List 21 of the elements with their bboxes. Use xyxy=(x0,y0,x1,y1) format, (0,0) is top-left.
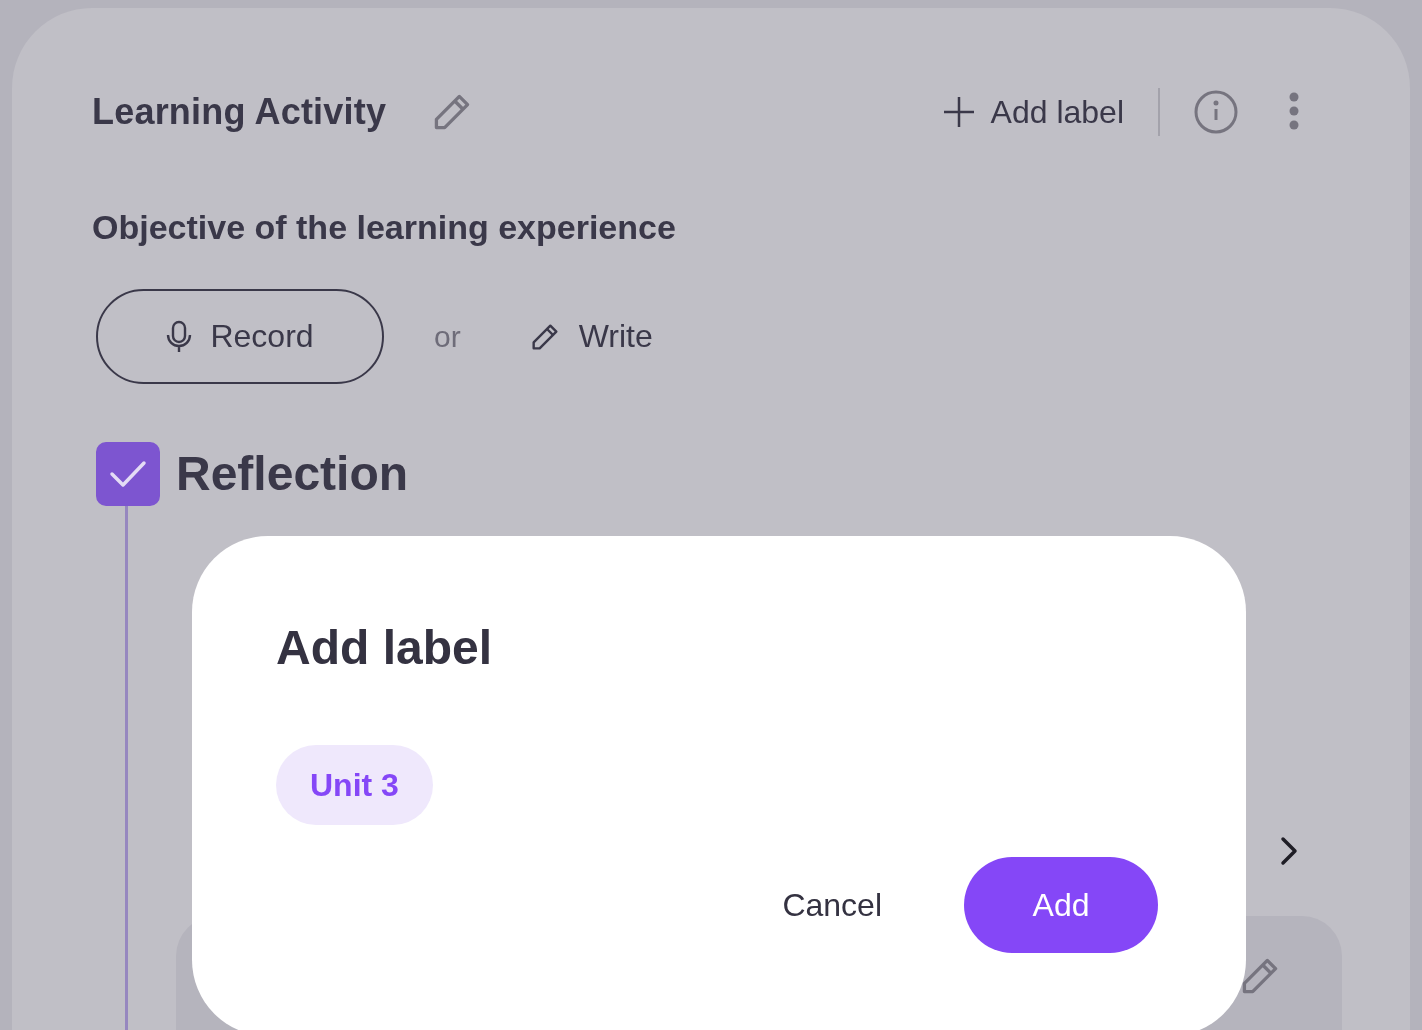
reflection-checkbox[interactable] xyxy=(96,442,160,506)
add-label-button[interactable]: Add label xyxy=(942,93,1124,131)
dialog-title: Add label xyxy=(276,620,494,675)
info-icon xyxy=(1194,90,1238,134)
write-button[interactable]: Write xyxy=(528,318,653,355)
add-button[interactable]: Add xyxy=(964,857,1158,953)
reflection-title: Reflection xyxy=(176,446,410,502)
chevron-right-icon xyxy=(1280,836,1298,866)
activity-title: Learning Activity xyxy=(92,91,387,133)
more-icon xyxy=(1288,92,1300,132)
plus-icon xyxy=(942,96,975,128)
cancel-button[interactable]: Cancel xyxy=(762,886,902,924)
microphone-icon xyxy=(166,319,193,354)
label-chip[interactable]: Unit 3 xyxy=(276,745,433,825)
section-heading: Objective of the learning experience xyxy=(92,208,677,247)
record-button[interactable]: Record xyxy=(96,289,384,384)
more-options-button[interactable] xyxy=(1288,92,1300,132)
or-text: or xyxy=(434,319,461,354)
next-button[interactable] xyxy=(1280,836,1298,866)
checkmark-icon xyxy=(109,460,147,488)
info-button[interactable] xyxy=(1194,90,1238,134)
